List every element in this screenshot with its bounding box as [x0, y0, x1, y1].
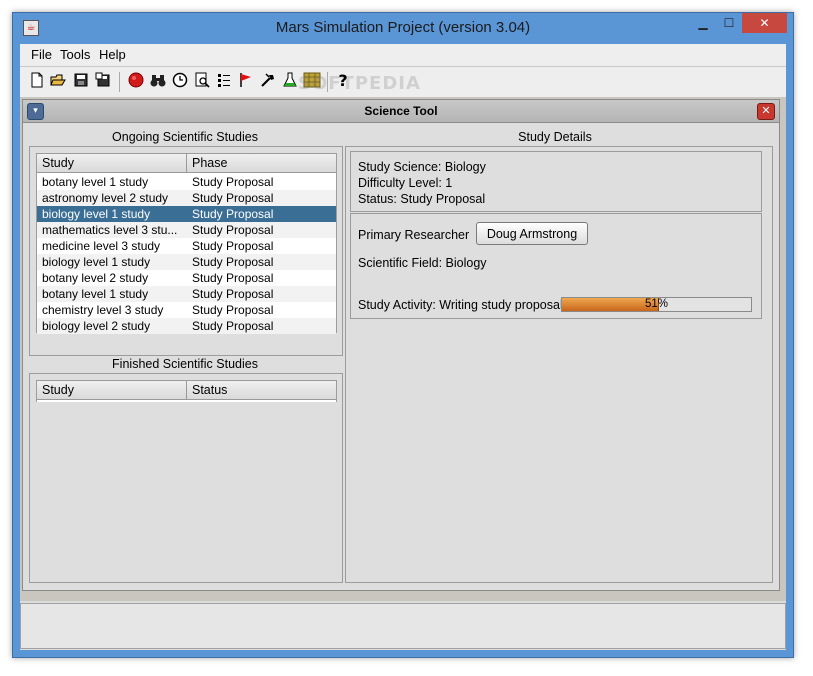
ongoing-studies-panel: Study Phase botany level 1 study Study Pr… — [29, 146, 343, 356]
close-button[interactable]: ✕ — [742, 13, 787, 33]
cell-study: mathematics level 3 stu... — [42, 223, 178, 237]
cell-phase: Study Proposal — [192, 207, 274, 221]
science-tool-title-bar[interactable]: ▾ Science Tool ✕ — [23, 100, 779, 123]
window-title: Mars Simulation Project (version 3.04) — [275, 19, 531, 36]
cell-study: biology level 2 study — [42, 319, 151, 333]
science-tool-title: Science Tool — [364, 104, 438, 118]
scientific-field: Scientific Field: Biology — [358, 256, 487, 270]
study-science: Study Science: Biology — [358, 160, 486, 174]
cell-study: biology level 1 study — [42, 207, 151, 221]
column-header-study[interactable]: Study — [42, 383, 74, 397]
watermark: SOFTPEDIA — [298, 73, 421, 94]
finished-studies-title: Finished Scientific Studies — [112, 357, 258, 371]
table-row[interactable]: botany level 1 study Study Proposal — [37, 286, 336, 302]
table-row[interactable]: astronomy level 2 study Study Proposal — [37, 190, 336, 206]
study-status: Status: Study Proposal — [358, 192, 486, 206]
difficulty-level: Difficulty Level: 1 — [358, 176, 453, 190]
desktop-pane: ▾ Science Tool ✕ Ongoing Scientific Stud… — [20, 97, 786, 601]
toolbar-separator — [119, 72, 120, 92]
cell-phase: Study Proposal — [192, 175, 274, 189]
status-bar — [20, 603, 786, 649]
cell-study: astronomy level 2 study — [42, 191, 169, 205]
column-divider[interactable] — [186, 154, 187, 173]
table-row[interactable]: mathematics level 3 stu... Study Proposal — [37, 222, 336, 238]
ongoing-studies-title: Ongoing Scientific Studies — [112, 130, 258, 144]
cell-study: medicine level 3 study — [42, 239, 161, 253]
table-header: Study Status — [37, 381, 336, 400]
table-row[interactable]: biology level 2 study Study Proposal — [37, 318, 336, 334]
science-tool-window: ▾ Science Tool ✕ Ongoing Scientific Stud… — [22, 99, 780, 591]
table-row[interactable]: botany level 2 study Study Proposal — [37, 270, 336, 286]
menu-tools[interactable]: Tools — [60, 47, 90, 62]
table-row[interactable]: biology level 1 study Study Proposal — [37, 206, 336, 222]
cell-phase: Study Proposal — [192, 191, 274, 205]
study-details-title: Study Details — [518, 130, 592, 144]
primary-researcher-label: Primary Researcher — [358, 228, 470, 242]
table-row[interactable]: chemistry level 3 study Study Proposal — [37, 302, 336, 318]
mars-icon[interactable] — [127, 72, 145, 90]
primary-researcher-button[interactable]: Doug Armstrong — [476, 222, 588, 245]
column-header-study[interactable]: Study — [42, 156, 74, 170]
save-icon[interactable] — [72, 72, 90, 90]
new-icon[interactable] — [28, 72, 46, 90]
table-row[interactable]: medicine level 3 study Study Proposal — [37, 238, 336, 254]
cell-phase: Study Proposal — [192, 287, 274, 301]
table-row[interactable]: biology level 1 study Study Proposal — [37, 254, 336, 270]
column-divider[interactable] — [186, 381, 187, 400]
cell-study: botany level 1 study — [42, 287, 149, 301]
list-icon[interactable] — [215, 72, 233, 90]
cell-phase: Study Proposal — [192, 239, 274, 253]
column-header-phase[interactable]: Phase — [192, 156, 227, 170]
study-details-panel — [345, 146, 773, 583]
cell-study: biology level 1 study — [42, 255, 151, 269]
finished-studies-table: Study Status — [36, 380, 337, 402]
flask-icon[interactable] — [281, 72, 299, 90]
column-header-status[interactable]: Status — [192, 383, 227, 397]
maximize-button[interactable]: ☐ — [716, 13, 742, 33]
study-activity: Study Activity: Writing study proposal — [358, 298, 563, 312]
client-area: File Tools Help SOFTPEDIA ? ▾ Science To… — [20, 44, 786, 650]
cell-study: botany level 1 study — [42, 175, 149, 189]
study-progress-bar: 51% — [561, 297, 752, 312]
minimize-button[interactable]: ▁ — [690, 13, 716, 33]
help-icon[interactable]: ? — [334, 72, 352, 90]
wrench-icon[interactable] — [259, 72, 277, 90]
cell-study: botany level 2 study — [42, 271, 149, 285]
cell-phase: Study Proposal — [192, 319, 274, 333]
toolbar-separator — [327, 72, 328, 92]
table-header: Study Phase — [37, 154, 336, 173]
menu-help[interactable]: Help — [99, 47, 126, 62]
menu-file[interactable]: File — [31, 47, 52, 62]
clock-icon[interactable] — [171, 72, 189, 90]
cell-study: chemistry level 3 study — [42, 303, 164, 317]
open-icon[interactable] — [49, 72, 67, 90]
ongoing-studies-table: Study Phase botany level 1 study Study Pr… — [36, 153, 337, 334]
cell-phase: Study Proposal — [192, 255, 274, 269]
frame-close-button[interactable]: ✕ — [757, 103, 775, 120]
cell-phase: Study Proposal — [192, 303, 274, 317]
title-bar[interactable]: ☕ Mars Simulation Project (version 3.04)… — [13, 13, 793, 43]
main-window: ☕ Mars Simulation Project (version 3.04)… — [12, 12, 794, 658]
table-row[interactable]: botany level 1 study Study Proposal — [37, 174, 336, 190]
finished-studies-panel: Study Status — [29, 373, 343, 583]
search-icon[interactable] — [193, 72, 211, 90]
toolbar: SOFTPEDIA ? — [20, 66, 786, 98]
save-as-icon[interactable] — [94, 72, 112, 90]
cell-phase: Study Proposal — [192, 271, 274, 285]
binoculars-icon[interactable] — [149, 72, 167, 90]
flag-icon[interactable] — [237, 72, 255, 90]
cell-phase: Study Proposal — [192, 223, 274, 237]
menu-bar: File Tools Help — [20, 44, 786, 66]
progress-label: 51% — [644, 298, 669, 310]
